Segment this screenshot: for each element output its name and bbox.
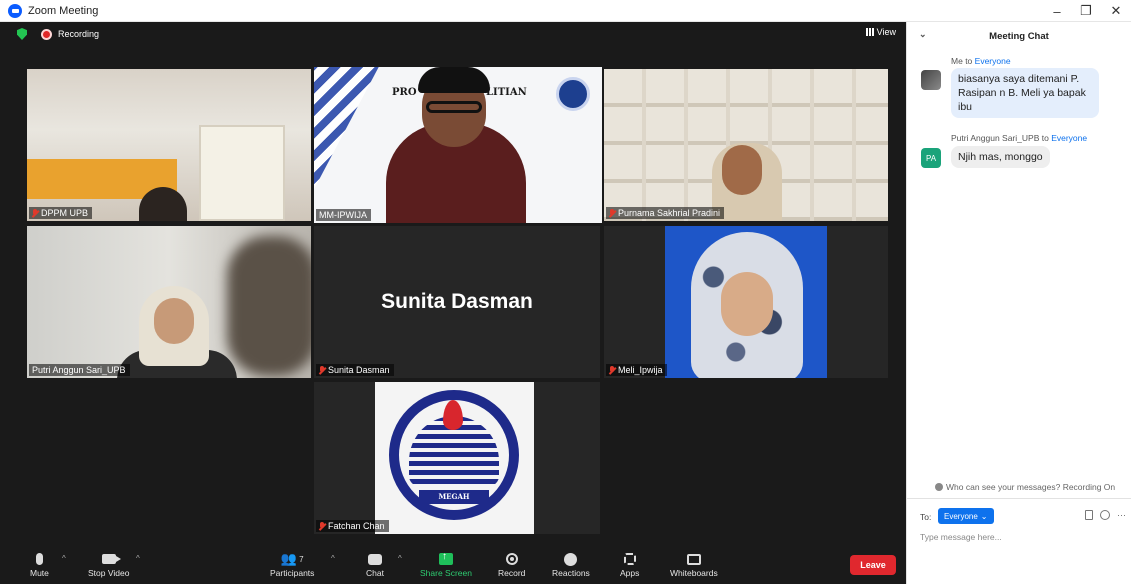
camera-icon [101,554,121,564]
participant-name-label: MM-IPWIJA [316,209,371,221]
grid-view-icon [865,28,874,36]
minimize-icon[interactable]: – [1042,0,1072,22]
participants-button[interactable]: 👥 7 Participants [270,550,314,578]
video-tile-meli[interactable]: Meli_Ipwija [604,226,888,378]
more-icon[interactable]: ··· [1117,510,1126,520]
view-label: View [876,27,896,37]
avatar[interactable] [921,70,941,90]
video-tile-dppm-upb[interactable]: DPPM UPB [27,69,311,221]
meeting-area: Recording View DPPM UPB PRO LITIAN MM-IP… [0,22,906,584]
share-screen-icon [438,551,453,565]
maximize-icon[interactable]: ❐ [1071,0,1101,22]
chat-message-input[interactable] [920,532,1120,542]
participant-name-label: Fatchan Chan [316,520,389,532]
video-tile-sunita[interactable]: Sunita Dasman Sunita Dasman [314,226,600,378]
file-icon[interactable] [1085,510,1093,520]
whiteboard-icon [686,553,701,565]
message-meta: Me to Everyone [951,56,1011,66]
video-tile-fatchan[interactable]: MEGAH Fatchan Chan [314,382,600,534]
participant-name-label: DPPM UPB [29,207,93,219]
chat-message: Njih mas, monggo [951,146,1050,168]
reactions-button[interactable]: Reactions [552,550,590,578]
zoom-logo-icon [8,3,22,18]
chat-visibility-notice[interactable]: Who can see your messages? Recording On [935,482,1115,492]
avatar[interactable]: PA [921,148,941,168]
recording-label: Recording [58,29,100,39]
chat-message: biasanya saya ditemani P. Rasipan n B. M… [951,68,1099,118]
to-label: To: [920,512,932,522]
slide-text: LITIAN [486,87,527,98]
whiteboards-button[interactable]: Whiteboards [670,550,718,578]
stop-video-button[interactable]: Stop Video [88,550,129,578]
mic-icon [35,553,43,565]
profile-photo [665,226,827,378]
emoji-icon[interactable] [1100,510,1110,520]
meeting-chat-panel: ⌄ Meeting Chat Me to Everyone biasanya s… [906,22,1131,584]
chevron-down-icon[interactable]: ⌄ [919,29,927,40]
muted-mic-icon [609,365,615,375]
muted-mic-icon [319,521,325,531]
window-title: Zoom Meeting [28,4,99,17]
video-tile-putri[interactable]: Putri Anggun Sari_UPB [27,226,311,378]
slide-text: PRO [392,87,417,98]
view-button[interactable]: View [865,27,896,37]
chat-header: ⌄ Meeting Chat [907,22,1131,50]
chat-title: Meeting Chat [989,30,1049,42]
record-dot-icon [41,28,52,40]
apps-icon [623,553,636,565]
divider [907,498,1131,499]
reactions-icon [564,552,578,566]
chat-button[interactable]: Chat [366,550,384,578]
message-meta: Putri Anggun Sari_UPB to Everyone [951,133,1088,143]
university-seal [556,77,590,111]
chat-footer: Who can see your messages? Recording On … [907,482,1131,584]
meeting-status-bar: Recording View [0,22,906,46]
participant-name-label: Meli_Ipwija [606,364,667,376]
record-button[interactable]: Record [498,550,525,578]
mute-button[interactable]: Mute [30,550,49,578]
muted-mic-icon [319,365,325,375]
record-icon [505,553,518,565]
close-icon[interactable]: ✕ [1101,0,1131,22]
participant-name-label: Sunita Dasman [316,364,394,376]
participant-display-name: Sunita Dasman [381,290,533,313]
apps-button[interactable]: Apps [620,550,639,578]
chevron-down-icon: ⌄ [980,511,988,521]
recipient-dropdown[interactable]: Everyone ⌄ [938,508,994,524]
participants-icon: 👥 [280,551,298,566]
video-tile-mm-ipwija[interactable]: PRO LITIAN MM-IPWIJA [314,67,602,223]
chevron-up-icon[interactable]: ^ [331,554,335,563]
university-logo: MEGAH [375,382,534,534]
leave-button[interactable]: Leave [850,555,896,575]
chevron-up-icon[interactable]: ^ [136,554,140,563]
chat-tools: ··· [1085,510,1126,520]
chevron-up-icon[interactable]: ^ [398,554,402,563]
meeting-toolbar: Mute ^ Stop Video ^ 👥 7 Participants ^ Ch… [0,546,906,584]
people-icon [935,483,943,491]
participant-name-label: Purnama Sakhrial Pradini [606,207,725,219]
chat-icon [367,553,382,565]
participants-count: 7 [299,554,304,564]
shield-icon[interactable] [17,28,27,40]
video-tile-purnama[interactable]: Purnama Sakhrial Pradini [604,69,888,221]
muted-mic-icon [609,208,615,218]
muted-mic-icon [32,208,38,218]
participant-name-label: Putri Anggun Sari_UPB [29,364,130,376]
title-bar: Zoom Meeting – ❐ ✕ [0,0,1131,22]
share-screen-button[interactable]: Share Screen [420,550,472,578]
chevron-up-icon[interactable]: ^ [62,554,66,563]
